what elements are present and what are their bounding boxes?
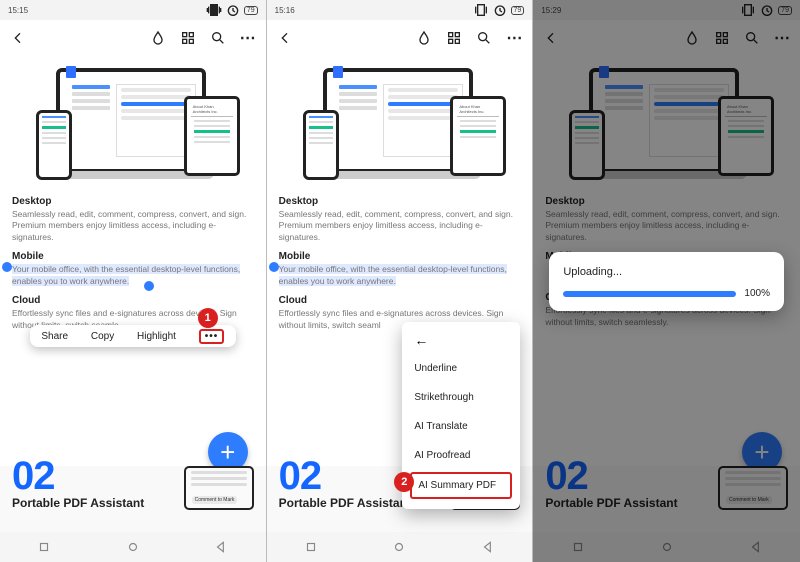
section-cloud-title: Cloud xyxy=(12,295,254,306)
section-mobile-title: Mobile xyxy=(12,251,254,262)
dropdown-ai-translate[interactable]: AI Translate xyxy=(402,412,520,441)
more-icon[interactable]: ⋯ xyxy=(506,30,522,46)
nav-home-icon[interactable] xyxy=(392,540,406,554)
section-desktop-title: Desktop xyxy=(279,196,521,207)
bookmark-icon xyxy=(66,66,76,78)
back-icon[interactable] xyxy=(10,30,26,46)
annotation-badge-1: 1 xyxy=(198,308,218,328)
section-mobile-title: Mobile xyxy=(279,251,521,262)
top-bar: ⋯ xyxy=(267,20,533,56)
status-time: 15:15 xyxy=(8,6,28,15)
nav-back-icon[interactable] xyxy=(481,540,495,554)
device-thumb: Comment to Mark xyxy=(184,466,254,510)
ink-icon[interactable] xyxy=(416,30,432,46)
grid-icon[interactable] xyxy=(446,30,462,46)
dropdown-strikethrough[interactable]: Strikethrough xyxy=(402,383,520,412)
uploading-dialog: Uploading... 100% xyxy=(549,252,784,311)
back-icon[interactable] xyxy=(277,30,293,46)
upload-progress-bar xyxy=(563,291,736,297)
section-cloud-title: Cloud xyxy=(279,295,521,306)
alarm-icon xyxy=(225,2,241,18)
popup-share[interactable]: Share xyxy=(41,331,68,342)
android-nav-bar xyxy=(267,532,533,562)
more-icon[interactable]: ⋯ xyxy=(240,30,256,46)
status-time: 15:16 xyxy=(275,6,295,15)
hero-illustration: About KhanArchitects Inc. xyxy=(283,68,517,188)
status-icons: 79 xyxy=(473,2,525,18)
nav-recent-icon[interactable] xyxy=(37,540,51,554)
nav-home-icon[interactable] xyxy=(126,540,140,554)
next-page-preview: 02 Portable PDF Assistant Comment to Mar… xyxy=(12,456,254,510)
nav-back-icon[interactable] xyxy=(214,540,228,554)
popup-copy[interactable]: Copy xyxy=(91,331,114,342)
panel-step-2: 15:16 79 ⋯ About KhanArchitects Inc. Des… xyxy=(267,0,534,562)
section-desktop-title: Desktop xyxy=(12,196,254,207)
more-actions-dropdown: ← Underline Strikethrough AI Translate A… xyxy=(402,322,520,509)
text-selection-popup: Share Copy Highlight ••• xyxy=(30,325,236,347)
ink-icon[interactable] xyxy=(150,30,166,46)
vibrate-icon xyxy=(206,2,222,18)
popup-highlight[interactable]: Highlight xyxy=(137,331,176,342)
dropdown-ai-proofread[interactable]: AI Proofread xyxy=(402,441,520,470)
upload-percent: 100% xyxy=(744,288,770,299)
hero-illustration: About KhanArchitects Inc. xyxy=(16,68,250,188)
android-nav-bar xyxy=(0,532,266,562)
panel-step-3: 15:29 79 ⋯ About KhanArchitects Inc. Des… xyxy=(533,0,800,562)
status-bar: 15:16 79 xyxy=(267,0,533,20)
status-bar: 15:15 79 xyxy=(0,0,266,20)
bookmark-icon xyxy=(333,66,343,78)
vibrate-icon xyxy=(473,2,489,18)
battery-icon: 79 xyxy=(511,6,525,15)
panel-step-1: 15:15 79 ⋯ About KhanArchitects Inc. Des… xyxy=(0,0,267,562)
document-content[interactable]: About KhanArchitects Inc. Desktop Seamle… xyxy=(0,56,266,466)
section-mobile-body: Your mobile office, with the essential d… xyxy=(279,264,521,287)
search-icon[interactable] xyxy=(476,30,492,46)
dropdown-ai-summary-pdf[interactable]: AI Summary PDF xyxy=(410,472,512,499)
search-icon[interactable] xyxy=(210,30,226,46)
section-mobile-body: Your mobile office, with the essential d… xyxy=(12,264,254,287)
section-desktop-body: Seamlessly read, edit, comment, compress… xyxy=(12,209,254,243)
popup-more[interactable]: ••• xyxy=(199,329,225,344)
alarm-icon xyxy=(492,2,508,18)
status-icons: 79 xyxy=(206,2,258,18)
top-bar: ⋯ xyxy=(0,20,266,56)
nav-recent-icon[interactable] xyxy=(304,540,318,554)
upload-progress-fill xyxy=(563,291,736,297)
uploading-title: Uploading... xyxy=(563,266,770,278)
grid-icon[interactable] xyxy=(180,30,196,46)
dropdown-underline[interactable]: Underline xyxy=(402,354,520,383)
battery-icon: 79 xyxy=(244,6,258,15)
section-desktop-body: Seamlessly read, edit, comment, compress… xyxy=(279,209,521,243)
dropdown-back-icon[interactable]: ← xyxy=(402,332,520,354)
